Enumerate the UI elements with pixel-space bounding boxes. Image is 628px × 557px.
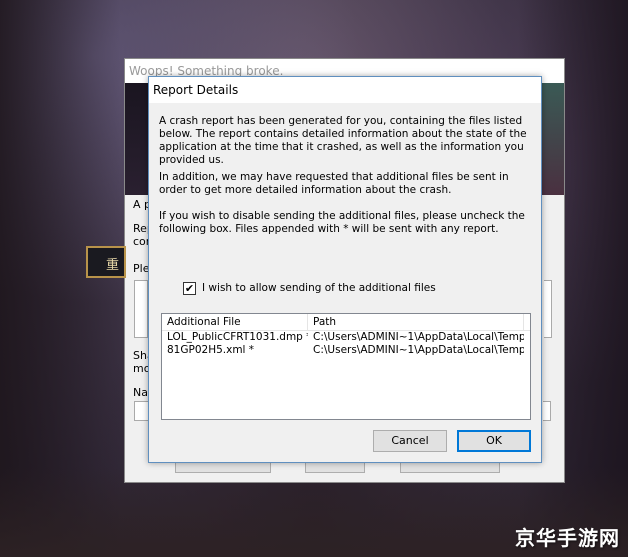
additional-files-paragraph: In addition, we may have requested that …: [159, 171, 509, 196]
disable-sending-paragraph: If you wish to disable sending the addit…: [159, 210, 525, 235]
game-restart-button[interactable]: 重: [86, 246, 126, 278]
column-header-path[interactable]: Path: [308, 314, 524, 330]
site-watermark: 京华手游网: [515, 526, 620, 550]
column-header-additional-file[interactable]: Additional File: [162, 314, 308, 330]
back-email-input[interactable]: [543, 401, 551, 421]
file-name-cell: LOL_PublicCFRT1031.dmp *: [167, 331, 308, 343]
file-list-row[interactable]: LOL_PublicCFRT1031.dmp * C:\Users\ADMINI…: [162, 331, 530, 344]
allow-additional-files-label[interactable]: I wish to allow sending of the additiona…: [202, 282, 436, 294]
file-path-cell: C:\Users\ADMINI~1\AppData\Local\Temp\: [313, 344, 524, 356]
file-path-cell: C:\Users\ADMINI~1\AppData\Local\Temp\: [313, 331, 524, 343]
allow-additional-files-row[interactable]: ✔ I wish to allow sending of the additio…: [183, 281, 436, 295]
back-description-box-right: [544, 280, 552, 338]
file-name-cell: 81GP02H5.xml *: [167, 344, 255, 356]
report-details-dialog: Report Details A crash report has been g…: [148, 76, 542, 463]
cancel-button[interactable]: Cancel: [373, 430, 447, 452]
intro-paragraph: A crash report has been generated for yo…: [159, 115, 527, 166]
allow-additional-files-checkbox[interactable]: ✔: [183, 281, 196, 295]
file-list-header: Additional File Path: [162, 314, 530, 331]
additional-files-list[interactable]: Additional File Path LOL_PublicCFRT1031.…: [161, 313, 531, 420]
file-list-row[interactable]: 81GP02H5.xml * C:\Users\ADMINI~1\AppData…: [162, 344, 530, 357]
ok-button[interactable]: OK: [457, 430, 531, 452]
back-description-box[interactable]: [134, 280, 148, 338]
dialog-title: Report Details: [149, 77, 541, 103]
